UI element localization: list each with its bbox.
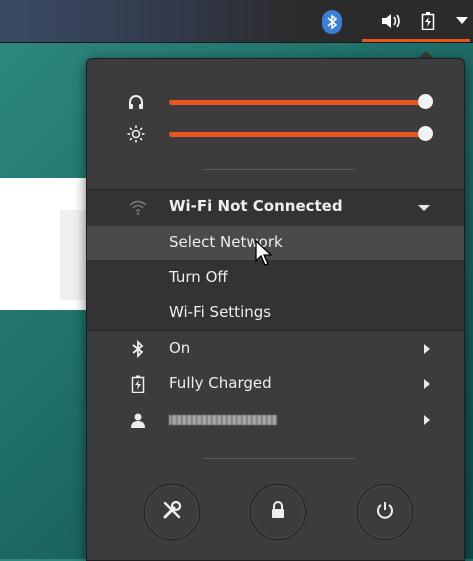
active-indicator bbox=[362, 39, 470, 42]
system-menu-panel: Wi-Fi Not Connected Select Network Turn … bbox=[86, 58, 465, 561]
chevron-down-icon bbox=[418, 205, 430, 211]
wifi-icon bbox=[129, 198, 147, 216]
lock-icon bbox=[270, 501, 286, 523]
top-bar-background bbox=[0, 0, 300, 42]
volume-slider-track[interactable] bbox=[169, 100, 427, 105]
menu-item-wifi-settings[interactable]: Wi-Fi Settings bbox=[87, 296, 464, 330]
menu-item-label: Wi-Fi Settings bbox=[169, 303, 272, 321]
bluetooth-status-label: On bbox=[169, 339, 191, 357]
bluetooth-icon bbox=[129, 339, 147, 359]
separator bbox=[203, 169, 355, 170]
brightness-slider[interactable] bbox=[87, 121, 464, 147]
chevron-down-icon[interactable] bbox=[455, 11, 469, 31]
chevron-right-icon bbox=[424, 415, 430, 425]
power-button[interactable] bbox=[357, 484, 413, 540]
settings-tools-icon bbox=[162, 500, 182, 524]
battery-charging-icon bbox=[129, 375, 147, 394]
menu-item-power[interactable]: Fully Charged bbox=[87, 367, 464, 401]
top-bar bbox=[0, 0, 473, 43]
menu-item-user[interactable] bbox=[87, 403, 464, 437]
power-status-label: Fully Charged bbox=[169, 374, 272, 392]
wifi-header[interactable]: Wi-Fi Not Connected bbox=[87, 190, 464, 224]
power-icon bbox=[376, 501, 394, 523]
wifi-status-label: Wi-Fi Not Connected bbox=[169, 197, 343, 215]
volume-slider[interactable] bbox=[87, 89, 464, 115]
volume-icon[interactable] bbox=[380, 11, 402, 31]
chevron-right-icon bbox=[424, 379, 430, 389]
headphones-icon bbox=[127, 93, 145, 111]
menu-item-bluetooth[interactable]: On bbox=[87, 332, 464, 366]
chevron-right-icon bbox=[424, 344, 430, 354]
separator bbox=[203, 458, 355, 459]
battery-charging-icon[interactable] bbox=[420, 11, 436, 31]
user-icon bbox=[129, 411, 147, 429]
lock-button[interactable] bbox=[250, 484, 306, 540]
settings-button[interactable] bbox=[144, 484, 200, 540]
volume-slider-knob[interactable] bbox=[418, 94, 433, 109]
brightness-slider-knob[interactable] bbox=[418, 126, 433, 141]
brightness-slider-track[interactable] bbox=[169, 132, 427, 137]
brightness-icon bbox=[127, 125, 145, 143]
mouse-cursor-icon bbox=[255, 239, 277, 268]
user-name-redacted bbox=[169, 415, 277, 425]
menu-item-label: Turn Off bbox=[169, 268, 228, 286]
bluetooth-icon[interactable] bbox=[322, 10, 342, 34]
